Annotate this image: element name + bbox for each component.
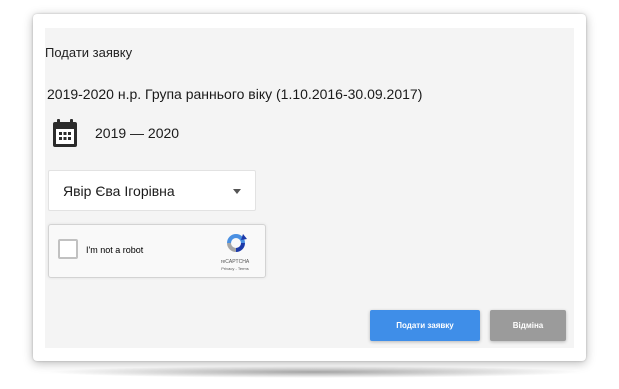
calendar-icon: [53, 119, 77, 147]
child-select[interactable]: Явір Єва Ігорівна: [48, 170, 256, 211]
recaptcha-links[interactable]: Privacy - Terms: [209, 266, 261, 271]
submit-application-button[interactable]: Подати заявку: [370, 310, 480, 341]
chevron-down-icon: [233, 189, 241, 194]
recaptcha-checkbox[interactable]: [58, 239, 78, 259]
card-shadow: [44, 366, 584, 378]
date-range-row: 2019 — 2020: [51, 118, 179, 148]
group-description: 2019-2020 н.р. Група раннього віку (1.10…: [47, 86, 423, 102]
date-range-text: 2019 — 2020: [95, 125, 180, 141]
recaptcha-logo-icon: [227, 234, 247, 252]
recaptcha-widget: I'm not a robot reCAPTCHA Privacy - Term…: [48, 224, 266, 278]
recaptcha-label: I'm not a robot: [86, 245, 144, 255]
cancel-button[interactable]: Відміна: [490, 310, 566, 341]
recaptcha-brand: reCAPTCHA: [220, 259, 250, 265]
child-select-value: Явір Єва Ігорівна: [63, 183, 175, 199]
application-dialog: Подати заявку 2019-2020 н.р. Група раннь…: [33, 14, 586, 361]
dialog-title: Подати заявку: [45, 45, 133, 60]
